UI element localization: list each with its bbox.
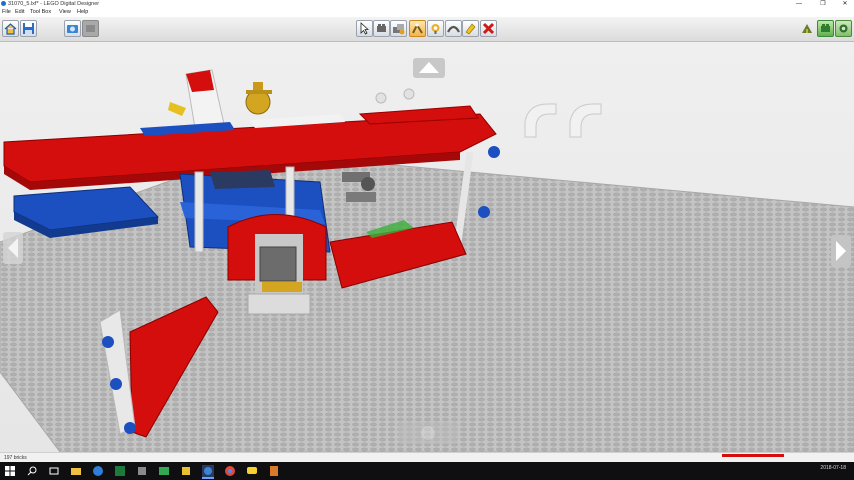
task-view-button[interactable] [48,465,60,477]
start-button[interactable] [4,465,16,477]
flex-tool-button[interactable] [445,20,462,37]
gold-engine-part[interactable] [245,82,272,115]
app-green-icon [159,467,169,475]
hinge-align-button[interactable] [427,20,444,37]
window-title: 31070_5.lxf* - LEGO Digital Designer [8,1,100,7]
folder-icon [71,468,81,475]
app-orange-icon [270,466,278,476]
paint-icon [465,23,476,35]
delete-tool-button[interactable] [480,20,497,37]
chrome-icon [225,466,235,476]
hinge-align-icon [431,24,440,34]
close-button[interactable]: ✕ [834,0,854,8]
taskbar-app-gray[interactable] [136,465,148,477]
app-icon [138,467,146,475]
lego-designer-icon [204,467,212,475]
title-bar: 31070_5.lxf* - LEGO Digital Designer — ❐… [0,0,854,8]
menu-file[interactable]: File [2,8,11,17]
menu-tool-box[interactable]: Tool Box [30,8,51,17]
search-button[interactable] [26,465,38,477]
mode-view-button[interactable] [835,20,852,37]
save-icon [23,23,34,34]
hinge-icon [412,22,423,34]
lego-app-icon [1,1,6,6]
save-button[interactable] [20,20,37,37]
taskbar-lego-designer[interactable] [202,465,214,479]
clone-icon [393,24,405,35]
building-guide-icon [802,24,812,33]
progress-indicator [722,454,784,457]
app-yellow-icon [182,467,190,475]
scene-canvas[interactable] [0,42,854,452]
camera-button[interactable] [64,20,81,37]
camera-right-arrow[interactable] [831,235,851,267]
mode-build-button[interactable] [817,20,834,37]
building-guide-button[interactable] [800,21,814,35]
taskbar-explorer[interactable] [70,465,82,477]
edge-icon [93,466,103,476]
camera-disabled-button[interactable] [82,20,99,37]
taskbar-app-green[interactable] [158,465,170,477]
taskbar-chat[interactable] [246,465,258,477]
flex-icon [447,25,460,33]
windows-taskbar: 2018-07-18 [0,462,854,480]
taskbar-edge[interactable] [92,465,104,477]
camera-disabled-icon [86,25,95,32]
clock-date: 2018-07-18 [820,465,846,471]
brick-count: 197 bricks [4,455,27,461]
toolbar [0,17,854,42]
select-tool-button[interactable] [356,20,373,37]
taskbar-chrome[interactable] [224,465,236,477]
taskbar-app-yellow[interactable] [180,465,192,477]
mode-view-icon [839,24,848,33]
maximize-button[interactable]: ❐ [812,0,834,8]
camera-up-arrow[interactable] [413,58,445,78]
search-icon [27,466,37,476]
hinge-tool-button[interactable] [409,20,426,37]
chat-icon [247,467,257,474]
taskbar-excel[interactable] [114,465,126,477]
minimize-button[interactable]: — [788,0,810,8]
paint-tool-button[interactable] [462,20,479,37]
delete-icon [482,22,495,35]
clone-tool-button[interactable] [390,20,407,37]
taskbar-app-orange[interactable] [268,465,280,477]
menu-edit[interactable]: Edit [15,8,24,17]
camera-left-arrow[interactable] [3,232,23,264]
mode-build-icon [821,24,830,32]
excel-icon [115,466,125,476]
menu-bar: File Edit Tool Box View Help [0,8,854,17]
menu-help[interactable]: Help [77,8,88,17]
multi-select-icon [377,24,386,32]
select-arrow-icon [360,22,370,35]
home-icon [4,23,17,35]
windows-icon [5,466,15,476]
taskbar-clock[interactable]: 2018-07-18 [820,465,846,471]
camera-icon [67,25,78,33]
home-button[interactable] [2,20,19,37]
task-view-icon [49,467,59,475]
camera-zoom-control[interactable] [398,422,458,444]
multi-select-button[interactable] [373,20,390,37]
menu-view[interactable]: View [59,8,71,17]
3d-viewport[interactable] [0,42,854,452]
